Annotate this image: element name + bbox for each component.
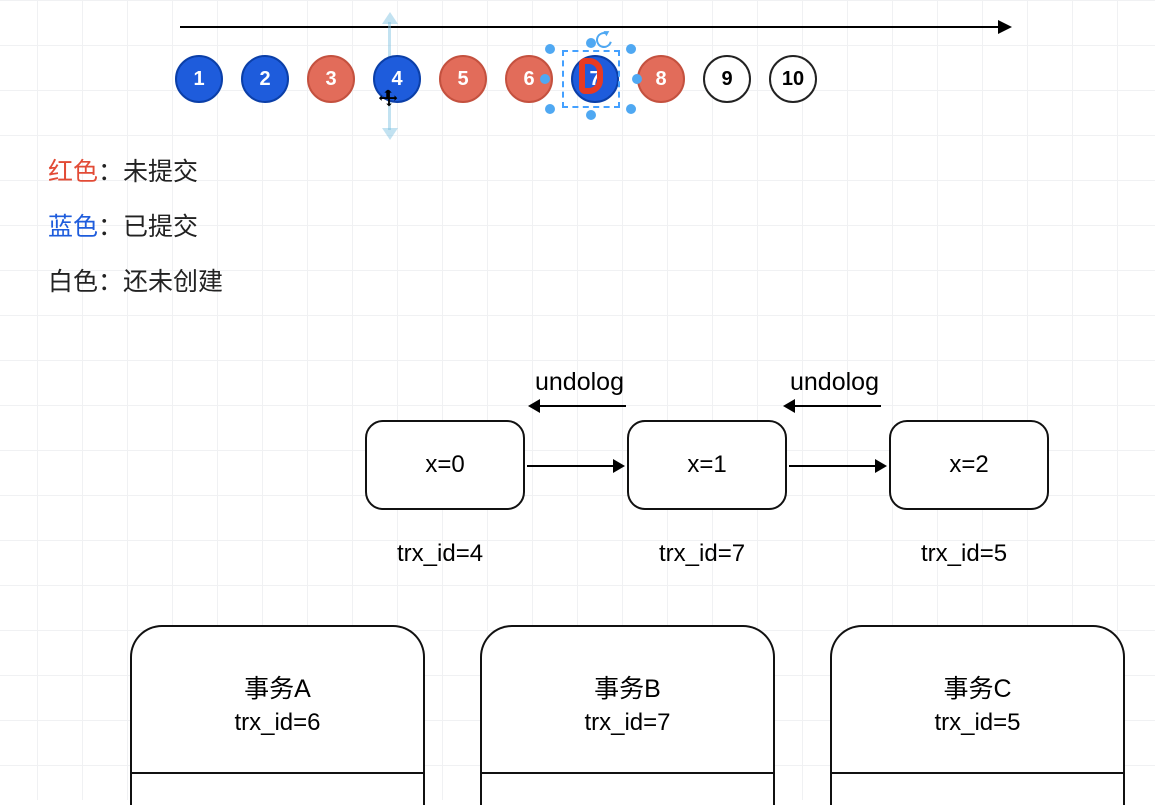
- legend-blue-label: 蓝色: [48, 213, 98, 241]
- undolog-arrow-2: [785, 405, 881, 407]
- timeline-arrow: [180, 26, 1010, 28]
- transaction-C-title: 事务C: [832, 669, 1123, 705]
- transaction-box-C: 事务C trx_id=5: [830, 625, 1125, 805]
- circle-2[interactable]: 2: [241, 55, 289, 103]
- transaction-box-A: 事务A trx_id=6: [130, 625, 425, 805]
- legend-row-blue: 蓝色：已提交: [48, 215, 223, 240]
- version-node-1: x=1: [627, 420, 787, 510]
- legend-red-desc: ：未提交: [98, 158, 198, 186]
- circle-4[interactable]: 4: [373, 55, 421, 103]
- undolog-label-2: undolog: [790, 368, 879, 397]
- undolog-arrow-1: [530, 405, 626, 407]
- version-node-2: x=2: [889, 420, 1049, 510]
- legend-red-label: 红色: [48, 158, 98, 186]
- circle-8[interactable]: 8: [637, 55, 685, 103]
- timeline-circles: 1 2 3 4 5 6 7 8 9 10: [175, 55, 817, 103]
- version-node-0: x=0: [365, 420, 525, 510]
- transaction-A-trx: trx_id=6: [132, 709, 423, 737]
- circle-3[interactable]: 3: [307, 55, 355, 103]
- trx-label-2: trx_id=5: [921, 540, 1007, 568]
- legend-white-label: 白色: [48, 268, 98, 296]
- legend: 红色：未提交 蓝色：已提交 白色：还未创建: [48, 160, 223, 325]
- version-node-0-content: x=0: [425, 451, 464, 479]
- circle-10[interactable]: 10: [769, 55, 817, 103]
- legend-blue-desc: ：已提交: [98, 213, 198, 241]
- version-node-1-content: x=1: [687, 451, 726, 479]
- circle-9[interactable]: 9: [703, 55, 751, 103]
- circle-1[interactable]: 1: [175, 55, 223, 103]
- transaction-B-title: 事务B: [482, 669, 773, 705]
- circle-6[interactable]: 6: [505, 55, 553, 103]
- circle-5[interactable]: 5: [439, 55, 487, 103]
- transaction-A-divider: [132, 772, 423, 774]
- transaction-C-trx: trx_id=5: [832, 709, 1123, 737]
- red-annotation-mark: [579, 58, 603, 94]
- trx-label-1: trx_id=7: [659, 540, 745, 568]
- legend-row-red: 红色：未提交: [48, 160, 223, 185]
- transaction-A-title: 事务A: [132, 669, 423, 705]
- forward-arrow-1-2: [789, 465, 885, 467]
- legend-row-white: 白色：还未创建: [48, 270, 223, 295]
- transaction-B-divider: [482, 772, 773, 774]
- undolog-label-1: undolog: [535, 368, 624, 397]
- transaction-C-divider: [832, 772, 1123, 774]
- version-node-2-content: x=2: [949, 451, 988, 479]
- transaction-box-B: 事务B trx_id=7: [480, 625, 775, 805]
- forward-arrow-0-1: [527, 465, 623, 467]
- trx-label-0: trx_id=4: [397, 540, 483, 568]
- legend-white-desc: ：还未创建: [98, 268, 223, 296]
- transaction-B-trx: trx_id=7: [482, 709, 773, 737]
